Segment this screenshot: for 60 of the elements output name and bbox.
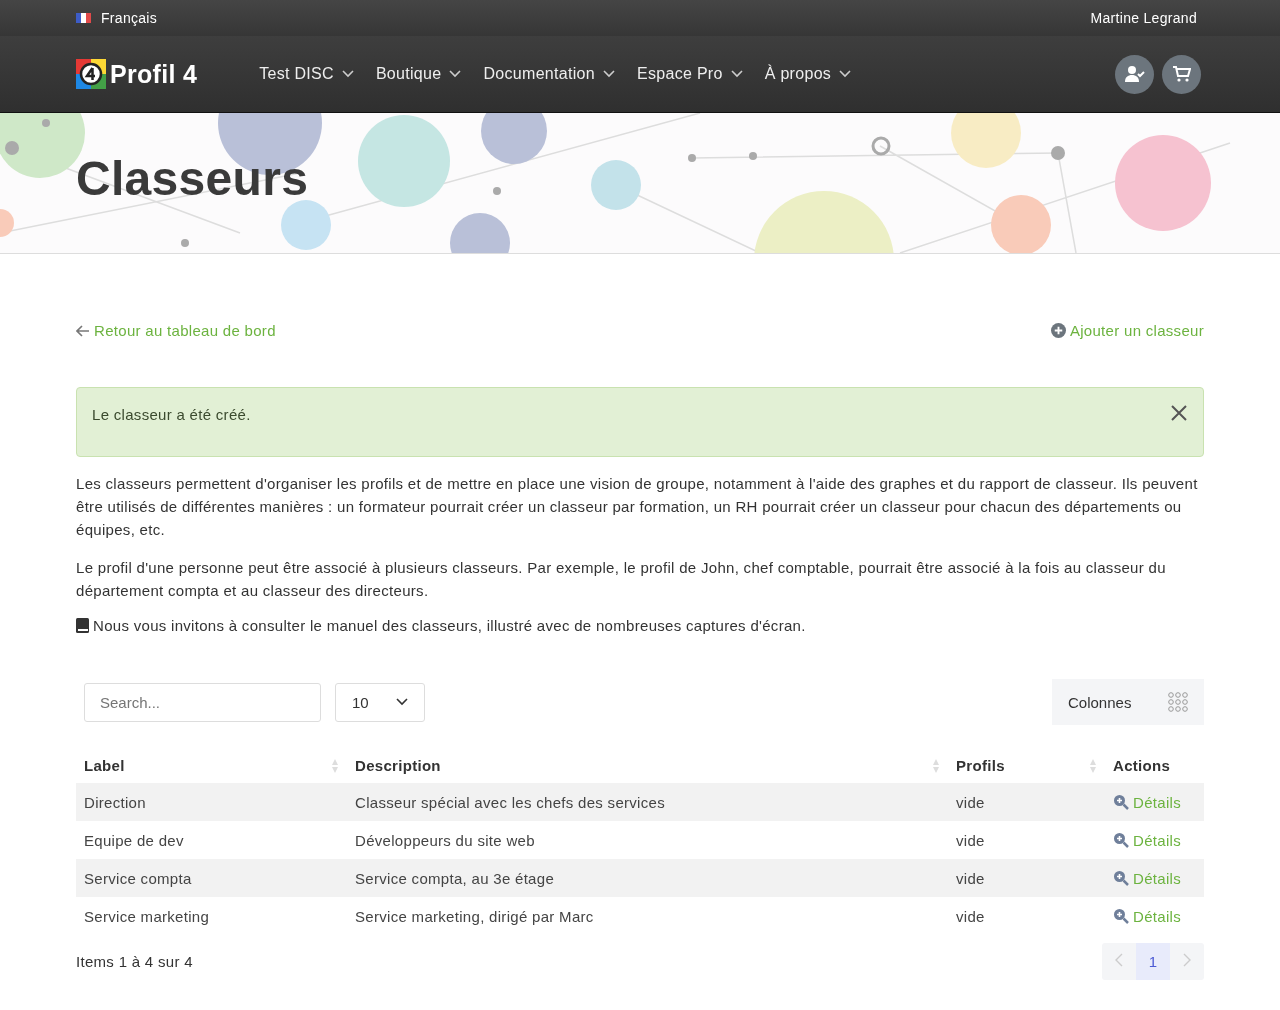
chevron-down-icon (449, 70, 462, 78)
table-cell: Service marketing, dirigé par Marc (347, 897, 948, 935)
logo-text[interactable]: Profil 4 (110, 59, 198, 89)
sort-icon[interactable] (1089, 757, 1097, 774)
chevron-left-icon (1115, 953, 1123, 967)
table-cell: Direction (76, 783, 347, 821)
table-cell: Equipe de dev (76, 821, 347, 859)
book-icon (76, 618, 89, 633)
zoom-in-icon (1113, 794, 1129, 810)
nav-menu-link[interactable]: Documentation (483, 65, 615, 83)
table-cell: Service compta (76, 859, 347, 897)
chevron-down-icon (396, 698, 408, 706)
user-name-link[interactable]: Martine Legrand (1090, 10, 1197, 26)
zoom-in-icon (1113, 908, 1129, 924)
table-cell: vide (948, 783, 1105, 821)
table-cell: Service compta, au 3e étage (347, 859, 948, 897)
cart-icon (1172, 66, 1191, 82)
alert-message: Le classeur a été créé. (92, 406, 251, 423)
plus-circle-icon (1050, 323, 1066, 338)
chevron-right-icon (1183, 953, 1191, 967)
page-button[interactable]: 1 (1136, 943, 1170, 980)
arrow-left-icon (76, 324, 90, 337)
nav-menu-link[interactable]: Espace Pro (637, 65, 743, 83)
page-size-select[interactable]: 10 (335, 682, 425, 722)
close-icon (1170, 404, 1188, 422)
table-cell: Classeur spécial avec les chefs des services (347, 783, 948, 821)
language-link[interactable]: Français (101, 10, 158, 26)
columns-button[interactable]: Colonnes (1052, 679, 1204, 725)
items-summary: Items 1 à 4 sur 4 (76, 953, 193, 970)
column-header: Actions (1113, 757, 1171, 774)
search-field[interactable]: Search... (84, 682, 321, 722)
description-paragraph: Les classeurs permettent d'organiser les profils et de mettre en place une vision de groupe, notamment à l'aide des graphes et du rapport de classeur. Ils peuvent être utilisés de différentes manières : un formateur pourrait créer un classeur par formation, un RH pourrait créer un classeur pour chacun des départements ou équipes, etc. (76, 474, 1199, 540)
nav-menu-link[interactable]: Test DISC (259, 65, 354, 83)
table-cell: Développeurs du site web (347, 821, 948, 859)
sort-icon[interactable] (932, 757, 940, 774)
manual-note: Nous vous invitons à consulter le manuel des classeurs, illustré avec de nombreuses captures d'écran. (93, 617, 806, 634)
grid-dots-icon (1168, 692, 1188, 712)
chevron-down-icon (839, 70, 852, 78)
page-title: Classeurs (76, 151, 309, 206)
table-cell: vide (948, 897, 1105, 935)
nav-menu-link[interactable]: Boutique (375, 65, 462, 83)
column-header[interactable]: Description (355, 757, 441, 774)
cart-button[interactable] (1162, 54, 1201, 94)
zoom-in-icon (1113, 870, 1129, 886)
flag-icon (76, 13, 91, 23)
logo-icon[interactable] (76, 59, 106, 89)
chevron-down-icon (603, 70, 615, 78)
table-cell: Service marketing (76, 897, 347, 935)
user-check-icon (1124, 66, 1145, 82)
table-cell: vide (948, 859, 1105, 897)
profile-button[interactable] (1115, 54, 1154, 94)
nav-menu-link[interactable]: À propos (764, 65, 852, 83)
table-cell: vide (948, 821, 1105, 859)
chevron-down-icon (730, 70, 743, 78)
zoom-in-icon (1113, 832, 1129, 848)
column-header[interactable]: Label (84, 757, 125, 774)
sort-icon[interactable] (331, 757, 339, 774)
chevron-down-icon (341, 70, 354, 78)
column-header[interactable]: Profils (956, 757, 1005, 774)
description-paragraph: Le profil d'une personne peut être associé à plusieurs classeurs. Par exemple, le profil de John, chef comptable, pourrait être associé à la fois au classeur du département compta et au classeur des directeurs. (76, 558, 1167, 601)
